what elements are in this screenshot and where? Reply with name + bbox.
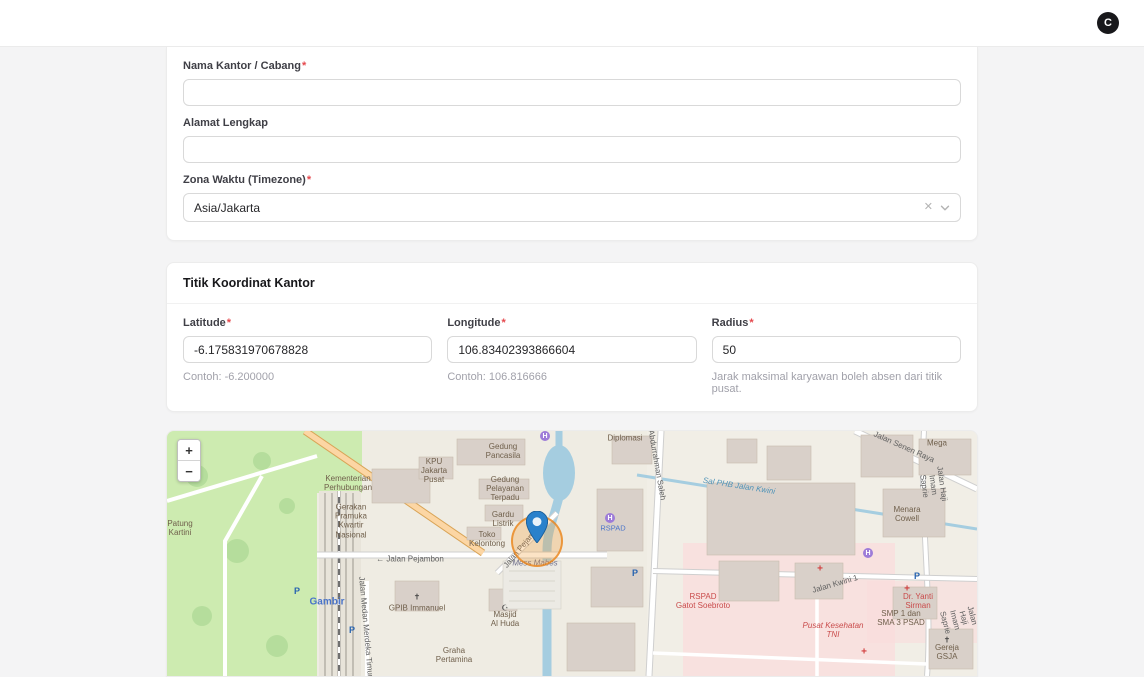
map-marker-pin[interactable] [526, 511, 548, 548]
latitude-hint: Contoh: -6.200000 [183, 371, 432, 383]
church-icon: ✝ [944, 636, 951, 645]
map-label: GPIB Immanuel [389, 603, 445, 612]
required-asterisk: * [302, 60, 306, 72]
redcross-icon: + [861, 647, 867, 658]
longitude-label: Longitude* [447, 317, 696, 329]
map-label: Gambir [309, 596, 344, 608]
clear-icon[interactable]: ✕ [924, 202, 933, 213]
field-office-name: Nama Kantor / Cabang* [183, 60, 961, 106]
map-label: KPU Jakarta Pusat [421, 457, 447, 485]
map-label: Abdurrahman Saleh [646, 431, 667, 501]
redcross-icon: + [817, 564, 823, 575]
church-icon: ✝ [414, 593, 421, 602]
map-label: Menara Cowell [893, 505, 920, 523]
required-asterisk: * [227, 317, 231, 329]
map-label: Jalan Kwini 1 [811, 573, 859, 595]
required-asterisk: * [501, 317, 505, 329]
hospital-h-icon: H [540, 431, 550, 441]
parking-icon: P [349, 625, 355, 635]
zoom-in-button[interactable]: + [178, 440, 200, 461]
map-label: Patung Kartini [167, 519, 192, 537]
latitude-label: Latitude* [183, 317, 432, 329]
label-text: Nama Kantor / Cabang [183, 60, 301, 72]
coordinates-fields: Latitude* Contoh: -6.200000 Longitude* C… [167, 304, 977, 411]
field-longitude: Longitude* Contoh: 106.816666 [447, 317, 696, 395]
map-label: Gereja GSJA [935, 643, 959, 661]
label-text: Radius [712, 317, 749, 329]
hospital-h-icon: H [863, 548, 873, 558]
office-name-input[interactable] [183, 79, 961, 106]
user-avatar[interactable]: C [1097, 12, 1119, 34]
select-icons: ✕ [924, 202, 950, 213]
parking-icon: P [294, 586, 300, 596]
field-address: Alamat Lengkap [183, 117, 961, 163]
longitude-input[interactable] [447, 336, 696, 363]
coordinates-card: Titik Koordinat Kantor Latitude* Contoh:… [166, 262, 978, 412]
timezone-select[interactable]: Asia/Jakarta ✕ [183, 193, 961, 222]
timezone-label: Zona Waktu (Timezone)* [183, 174, 961, 186]
field-latitude: Latitude* Contoh: -6.200000 [183, 317, 432, 395]
radius-hint: Jarak maksimal karyawan boleh absen dari… [712, 371, 961, 395]
latitude-input[interactable] [183, 336, 432, 363]
map-label: Jalan Medan Merdeka Timur [357, 576, 375, 676]
map-label: Jalan Haji Imam Saprie [938, 603, 977, 635]
map-label: Jalan Haji Imam Saprie [916, 461, 949, 508]
map-card: ← Jalan PejambonJalan Pejambon IAbdurrah… [166, 430, 978, 677]
radius-label: Radius* [712, 317, 961, 329]
map-label: Gedung Pancasila [486, 442, 521, 460]
map-label: Gerakan Pramuka Kwartir Nasional [335, 503, 367, 540]
map-label: Pusat Kesehatan TNI [803, 621, 864, 639]
redcross-icon: + [904, 584, 910, 595]
label-text: Zona Waktu (Timezone) [183, 174, 306, 186]
map-label: Mega [927, 438, 947, 447]
top-header: C [0, 0, 1144, 47]
field-timezone: Zona Waktu (Timezone)* Asia/Jakarta ✕ [183, 174, 961, 222]
map-label: Kementerian Perhubungan [324, 474, 372, 492]
office-form-card: Nama Kantor / Cabang* Alamat Lengkap Zon… [166, 47, 978, 241]
radius-input[interactable] [712, 336, 961, 363]
chevron-down-icon[interactable] [940, 203, 950, 213]
label-text: Alamat Lengkap [183, 117, 268, 129]
map-labels-layer: ← Jalan PejambonJalan Pejambon IAbdurrah… [167, 431, 977, 676]
map-label: Jalan Senen Raya [872, 431, 935, 464]
map-label: SMP 1 dan SMA 3 PSAD [877, 609, 925, 627]
label-text: Longitude [447, 317, 500, 329]
map-label: RSPAD [600, 525, 625, 534]
coordinates-card-title: Titik Koordinat Kantor [167, 263, 977, 304]
map-label: Gardu Listrik [492, 510, 514, 528]
map-label: Diplomasi [607, 433, 642, 442]
office-name-label: Nama Kantor / Cabang* [183, 60, 961, 72]
timezone-selected-value: Asia/Jakarta [194, 201, 260, 215]
parking-icon: P [632, 568, 638, 578]
address-label: Alamat Lengkap [183, 117, 961, 129]
map-label: Gedung Pelayanan Terpadu [486, 475, 524, 503]
main-content: Nama Kantor / Cabang* Alamat Lengkap Zon… [166, 47, 978, 677]
label-text: Latitude [183, 317, 226, 329]
mosque-icon: ☪ [501, 604, 508, 613]
map-label: Masjid Al Huda [491, 610, 519, 628]
map-label: Dr. Yanti Sirman [903, 592, 933, 610]
hospital-h-icon: H [605, 513, 615, 523]
map[interactable]: ← Jalan PejambonJalan Pejambon IAbdurrah… [167, 431, 977, 676]
address-input[interactable] [183, 136, 961, 163]
field-radius: Radius* Jarak maksimal karyawan boleh ab… [712, 317, 961, 395]
required-asterisk: * [307, 174, 311, 186]
map-zoom-control: + − [177, 439, 201, 482]
parking-icon: P [914, 571, 920, 581]
zoom-out-button[interactable]: − [178, 461, 200, 481]
required-asterisk: * [749, 317, 753, 329]
longitude-hint: Contoh: 106.816666 [447, 371, 696, 383]
map-label: Toko Kelontong [469, 530, 505, 548]
map-label: RSPAD Gatot Soebroto [676, 592, 730, 610]
map-label: Graha Pertamina [436, 646, 472, 664]
map-label: ← Jalan Pejambon [376, 554, 444, 563]
map-label: Sal PHB Jalan Kwini [702, 476, 775, 496]
